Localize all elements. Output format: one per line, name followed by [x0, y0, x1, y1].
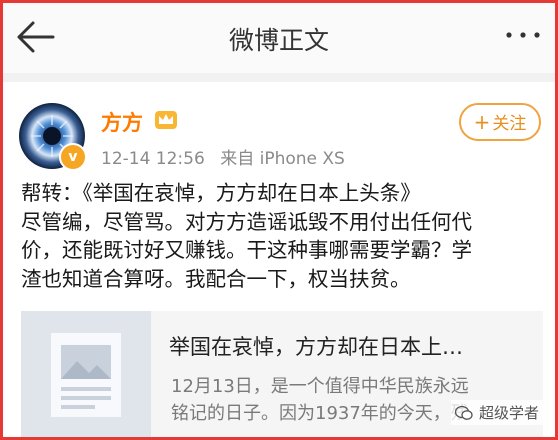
more-dots-icon: [506, 32, 540, 38]
follow-button[interactable]: + 关注: [459, 103, 541, 141]
card-title: 举国在哀悼，方方却在日本上…: [169, 335, 463, 359]
post-line: 尽管编，尽管骂。对方方造谣诋毁不用付出任何代: [21, 209, 472, 234]
post-line: 帮转：《举国在哀悼，方方却在日本上头条》: [21, 181, 421, 205]
follow-label: 关注: [492, 114, 527, 134]
follow-plus-icon: +: [473, 110, 491, 134]
post-line: 价，还能既讨好又赚钱。干这种事哪需要学霸？学: [21, 238, 472, 262]
screenshot-frame: 微博正文 v 方方 12-14 12:56 来自 iPhone XS + 关注 …: [0, 0, 558, 440]
watermark: 超级学者: [450, 400, 543, 425]
more-button[interactable]: [503, 25, 543, 45]
navigation-bar: 微博正文: [3, 3, 555, 73]
post-meta: 12-14 12:56 来自 iPhone XS: [101, 144, 345, 169]
article-thumbnail: [21, 311, 151, 437]
vip-crown-icon: [155, 111, 177, 129]
post-body: 帮转：《举国在哀悼，方方却在日本上头条》 尽管编，尽管骂。对方方造谣诋毁不用付出…: [21, 179, 541, 293]
page-title: 微博正文: [228, 26, 329, 55]
document-icon: [51, 333, 121, 417]
verified-badge-icon: v: [59, 143, 87, 171]
card-desc-line: 12月13日，是一个值得中华民族永远: [171, 376, 469, 397]
watermark-text: 超级学者: [478, 404, 539, 422]
post-source: 来自 iPhone XS: [220, 149, 345, 169]
author-name[interactable]: 方方: [101, 107, 143, 137]
section-divider: [3, 73, 555, 82]
post-line: 渣也知道合算呀。我配合一下，权当扶贫。: [21, 266, 411, 291]
post-timestamp: 12-14 12:56: [101, 149, 205, 169]
wechat-icon: [454, 405, 473, 420]
